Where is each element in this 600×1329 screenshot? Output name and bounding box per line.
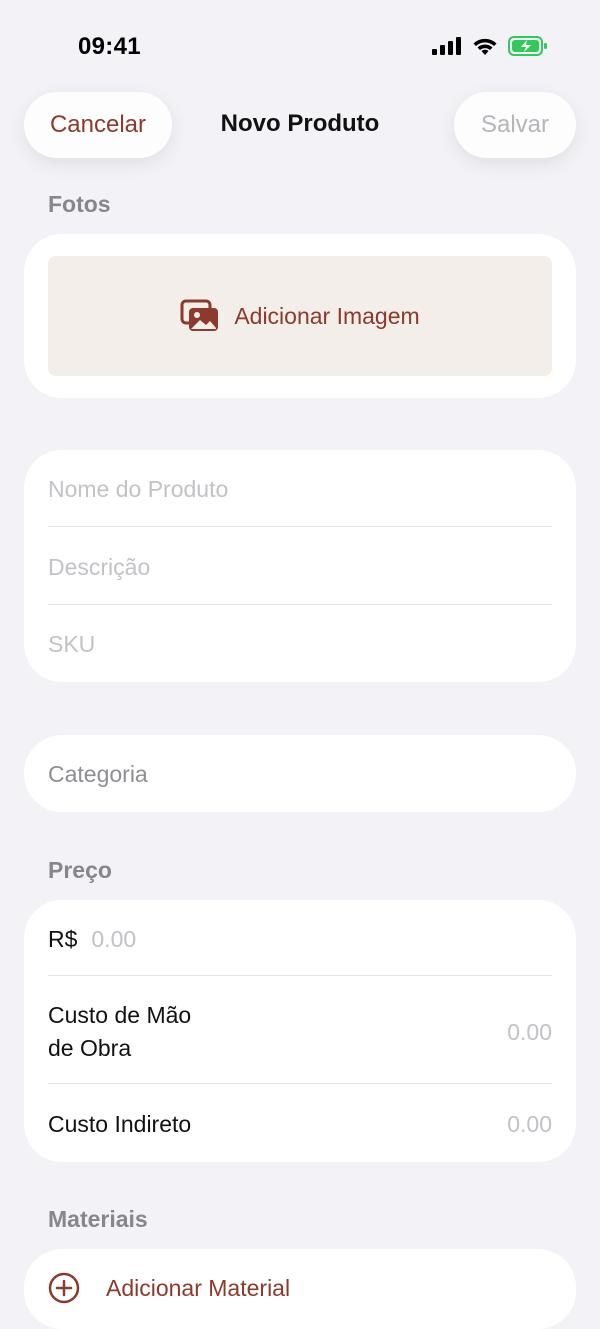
product-name-placeholder: Nome do Produto [48, 475, 229, 502]
labor-cost-label-line1: Custo de Mão [48, 1002, 192, 1028]
divider [48, 604, 552, 605]
category-placeholder: Categoria [48, 760, 148, 787]
category-field[interactable]: Categoria [48, 751, 552, 797]
price-section-header: Preço [48, 857, 112, 883]
sku-placeholder: SKU [48, 630, 96, 657]
add-image-label: Adicionar Imagem [234, 302, 420, 329]
indirect-cost-field[interactable]: Custo Indireto 0.00 [48, 1101, 552, 1147]
divider [48, 526, 552, 527]
labor-cost-label-line2: de Obra [48, 1035, 132, 1061]
labor-cost-placeholder: 0.00 [507, 1018, 552, 1045]
wifi-icon [473, 38, 497, 55]
navigation-bar: Cancelar Novo Produto Salvar [0, 92, 600, 160]
product-details-card: Nome do Produto Descrição SKU [24, 450, 576, 682]
labor-cost-label: Custo de Mão de Obra [48, 999, 191, 1065]
add-material-button[interactable]: Adicionar Material [48, 1271, 290, 1305]
photo-stack-icon [180, 299, 219, 331]
category-card: Categoria [24, 735, 576, 812]
status-icons [432, 36, 548, 56]
price-card: R$ 0.00 Custo de Mão de Obra 0.00 Custo … [24, 900, 576, 1162]
save-button[interactable]: Salvar [454, 92, 576, 158]
materials-section-header: Materiais [48, 1206, 148, 1232]
product-name-field[interactable]: Nome do Produto [48, 466, 552, 512]
divider [48, 975, 552, 976]
description-placeholder: Descrição [48, 553, 151, 580]
indirect-cost-placeholder: 0.00 [507, 1110, 552, 1137]
materials-card: Adicionar Material [24, 1249, 576, 1329]
add-material-label: Adicionar Material [106, 1274, 291, 1301]
plus-circle-icon [48, 1272, 80, 1304]
battery-charging-icon [508, 36, 547, 56]
add-image-button[interactable]: Adicionar Imagem [48, 256, 552, 376]
status-time: 09:41 [78, 33, 141, 60]
price-placeholder: 0.00 [91, 925, 137, 952]
description-field[interactable]: Descrição [48, 544, 552, 590]
labor-cost-field[interactable]: Custo de Mão de Obra 0.00 [48, 997, 552, 1067]
status-bar: 09:41 [0, 0, 600, 90]
cellular-signal-icon [432, 37, 461, 55]
photos-card: Adicionar Imagem [24, 234, 576, 398]
divider [48, 1083, 552, 1084]
price-field[interactable]: R$ 0.00 [48, 916, 552, 962]
currency-label: R$ [48, 925, 78, 952]
photos-section-header: Fotos [48, 191, 111, 217]
sku-field[interactable]: SKU [48, 621, 552, 667]
indirect-cost-label: Custo Indireto [48, 1110, 192, 1137]
